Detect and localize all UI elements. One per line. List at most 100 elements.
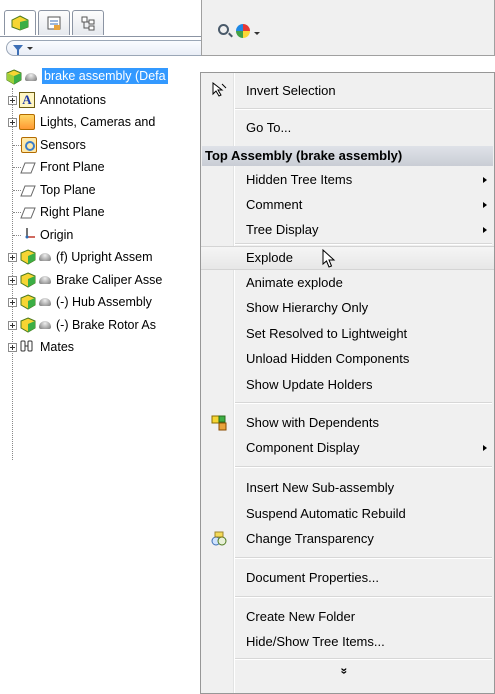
plane-icon — [20, 207, 36, 219]
chevron-down-icon[interactable] — [254, 32, 260, 35]
feature-manager-icon — [11, 15, 29, 31]
tree-item-hub-assembly[interactable]: (-) Hub Assembly — [0, 291, 205, 314]
menu-item-go-to[interactable]: Go To... — [201, 116, 494, 140]
tree-item-label: (-) Hub Assembly — [56, 295, 152, 309]
context-menu: Invert Selection Go To... Top Assembly (… — [200, 72, 495, 694]
configuration-manager-tab[interactable] — [72, 10, 104, 35]
tree-connector — [13, 144, 21, 146]
menu-separator — [235, 557, 492, 559]
tree-item-upright-assembly[interactable]: (f) Upright Assem — [0, 246, 205, 269]
expand-icon[interactable] — [8, 320, 17, 330]
zoom-icon[interactable] — [218, 24, 229, 35]
display-state-icon — [39, 275, 51, 284]
menu-item-label: Show Update Holders — [246, 377, 373, 392]
menu-section-header: Top Assembly (brake assembly) — [202, 146, 493, 166]
menu-item-label: Go To... — [246, 120, 292, 135]
submenu-arrow-icon — [483, 445, 487, 451]
menu-item-label: Suspend Automatic Rebuild — [246, 506, 406, 521]
submenu-arrow-icon — [483, 227, 487, 233]
mates-icon — [20, 340, 33, 352]
menu-item-label: Comment — [246, 197, 303, 212]
menu-item-label: Create New Folder — [246, 609, 356, 624]
menu-item-label: Hide/Show Tree Items... — [246, 634, 385, 649]
expand-icon[interactable] — [8, 298, 17, 307]
menu-item-label: Document Properties... — [246, 570, 379, 585]
tree-item-label: Mates — [40, 340, 75, 354]
menu-item-label: Invert Selection — [246, 83, 336, 98]
expand-icon[interactable] — [8, 275, 17, 285]
tree-item-label: Right Plane — [40, 205, 105, 219]
annotations-icon: A — [19, 91, 35, 108]
menu-item-set-resolved-lightweight[interactable]: Set Resolved to Lightweight — [201, 322, 494, 346]
submenu-arrow-icon — [483, 177, 487, 183]
menu-item-hide-show-tree-items[interactable]: Hide/Show Tree Items... — [201, 630, 494, 654]
tree-item-label: Annotations — [40, 92, 107, 107]
tree-item-label: Brake Caliper Asse — [56, 272, 163, 287]
menu-separator — [235, 658, 492, 660]
heads-up-toolbar — [201, 0, 495, 56]
cursor-select-icon — [212, 82, 227, 97]
filter-icon — [13, 45, 23, 55]
expand-menu-chevron-icon[interactable]: » — [337, 668, 351, 675]
menu-item-unload-hidden-components[interactable]: Unload Hidden Components — [201, 347, 494, 371]
menu-item-label: Animate explode — [246, 275, 343, 290]
sensors-icon — [21, 136, 37, 153]
subassembly-icon — [20, 249, 36, 265]
property-manager-icon — [47, 16, 61, 30]
lights-icon — [19, 114, 35, 130]
menu-item-show-hierarchy-only[interactable]: Show Hierarchy Only — [201, 296, 494, 320]
tree-item-brake-caliper-assembly[interactable]: Brake Caliper Asse — [0, 269, 205, 292]
expand-icon[interactable] — [8, 118, 17, 127]
menu-item-animate-explode[interactable]: Animate explode — [201, 271, 494, 295]
menu-item-comment[interactable]: Comment — [201, 193, 494, 217]
menu-item-show-update-holders[interactable]: Show Update Holders — [201, 373, 494, 397]
tree-connector — [13, 234, 21, 236]
tree-item-label: (f) Upright Assem — [56, 250, 153, 264]
expand-icon[interactable] — [8, 253, 17, 262]
tree-item-front-plane[interactable]: Front Plane — [0, 156, 205, 179]
tree-item-label: (-) Brake Rotor As — [56, 317, 157, 332]
display-state-icon — [39, 320, 51, 329]
menu-item-invert-selection[interactable]: Invert Selection — [201, 79, 494, 103]
expand-icon[interactable] — [8, 343, 17, 352]
tree-item-origin[interactable]: Origin — [0, 224, 205, 247]
display-state-icon — [39, 298, 51, 306]
menu-item-insert-new-subassembly[interactable]: Insert New Sub-assembly — [201, 476, 494, 500]
chevron-down-icon — [27, 46, 33, 50]
menu-item-label: Set Resolved to Lightweight — [246, 326, 408, 341]
submenu-arrow-icon — [483, 202, 487, 208]
menu-item-explode[interactable]: Explode — [201, 246, 494, 270]
origin-icon — [25, 227, 35, 238]
show-dependents-icon — [211, 415, 227, 431]
menu-item-component-display[interactable]: Component Display — [201, 436, 494, 460]
property-manager-tab[interactable] — [38, 10, 70, 35]
menu-separator — [235, 402, 492, 404]
menu-item-tree-display[interactable]: Tree Display — [201, 218, 494, 242]
menu-item-suspend-automatic-rebuild[interactable]: Suspend Automatic Rebuild — [201, 502, 494, 526]
tree-item-annotations[interactable]: A Annotations — [0, 89, 205, 112]
menu-item-label: Component Display — [246, 440, 360, 455]
tree-item-brake-rotor-assembly[interactable]: (-) Brake Rotor As — [0, 314, 205, 337]
tree-item-root[interactable]: brake assembly (Defa — [0, 66, 205, 89]
menu-separator — [235, 243, 492, 245]
assembly-icon — [6, 69, 22, 85]
menu-separator — [235, 596, 492, 598]
tree-item-right-plane[interactable]: Right Plane — [0, 201, 205, 224]
feature-manager-tab[interactable] — [4, 10, 36, 35]
menu-item-create-new-folder[interactable]: Create New Folder — [201, 605, 494, 629]
tree-item-label: Top Plane — [40, 182, 96, 197]
tree-filter[interactable] — [6, 40, 205, 56]
menu-item-hidden-tree-items[interactable]: Hidden Tree Items — [201, 168, 494, 192]
tree-item-sensors[interactable]: Sensors — [0, 134, 205, 157]
menu-item-label: Show with Dependents — [246, 415, 379, 430]
menu-item-show-with-dependents[interactable]: Show with Dependents — [201, 411, 494, 435]
tree-item-mates[interactable]: Mates — [0, 336, 205, 359]
feature-tree: brake assembly (Defa A Annotations Light… — [0, 66, 205, 359]
appearance-icon[interactable] — [236, 24, 250, 38]
subassembly-icon — [20, 316, 36, 333]
menu-item-document-properties[interactable]: Document Properties... — [201, 566, 494, 590]
tree-item-top-plane[interactable]: Top Plane — [0, 179, 205, 202]
expand-icon[interactable] — [8, 95, 17, 105]
menu-item-change-transparency[interactable]: Change Transparency — [201, 527, 494, 551]
tree-item-lights-cameras[interactable]: Lights, Cameras and — [0, 111, 205, 134]
